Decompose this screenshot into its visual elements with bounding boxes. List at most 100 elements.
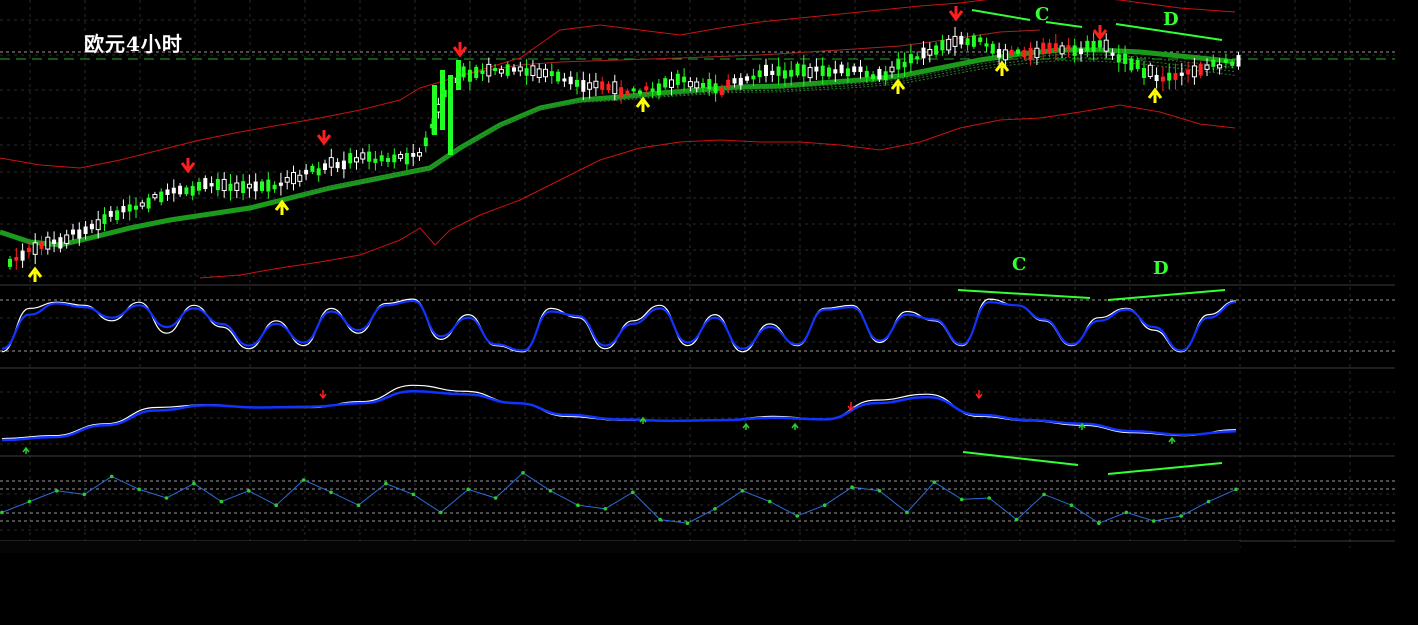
candle-body xyxy=(1116,54,1121,63)
up-arrow-icon xyxy=(1147,87,1163,103)
candle-body xyxy=(1123,53,1128,64)
candle-body xyxy=(1173,73,1178,80)
candle-body xyxy=(512,67,516,72)
candle-body xyxy=(1223,59,1228,63)
rsi-point xyxy=(630,490,635,495)
candle-body xyxy=(871,74,876,80)
smooth-fast-line xyxy=(1,384,1237,440)
arrow-shape xyxy=(791,422,799,430)
time-axis xyxy=(0,541,1240,553)
candle-body xyxy=(1167,72,1172,81)
candle-body xyxy=(89,223,94,230)
candle-body xyxy=(517,66,523,72)
rsi-point xyxy=(1124,510,1129,515)
rsi-point xyxy=(959,497,964,502)
rsi-point xyxy=(576,503,580,508)
candle-body xyxy=(461,66,466,78)
candle-body xyxy=(1179,72,1184,76)
candle-body xyxy=(827,67,831,77)
candles xyxy=(8,26,1241,270)
candle-body xyxy=(367,151,372,162)
candle-body xyxy=(1129,58,1134,71)
candle-body xyxy=(1041,42,1046,54)
candle-body xyxy=(915,56,920,60)
candle-body xyxy=(952,35,958,47)
candle-body xyxy=(921,47,926,59)
candle-body xyxy=(745,76,750,81)
candle-body xyxy=(663,78,668,88)
candle-body xyxy=(757,70,762,78)
candle-body xyxy=(39,242,44,249)
arrow-shape xyxy=(319,390,327,400)
wave-label-c: C xyxy=(1035,4,1049,25)
candle-body xyxy=(575,79,579,87)
rsi-point xyxy=(1097,521,1101,525)
arrow-shape xyxy=(975,390,983,400)
candle-body xyxy=(631,88,636,92)
wave-label-d: D xyxy=(1163,9,1179,30)
small-up-arrow-icon xyxy=(791,422,799,430)
candle-body xyxy=(845,68,850,77)
candle-body xyxy=(467,69,472,82)
candle-body xyxy=(1236,55,1241,67)
rsi-point xyxy=(164,496,169,500)
rsi-point xyxy=(109,474,114,479)
candle-body xyxy=(505,64,510,76)
candle-body xyxy=(134,205,138,210)
candle-body xyxy=(260,181,264,191)
candle-body xyxy=(1079,48,1083,55)
candle-body xyxy=(864,70,869,78)
candle-body xyxy=(562,78,567,82)
small-down-arrow-icon xyxy=(319,390,327,400)
candle-body xyxy=(493,67,498,72)
rsi-point xyxy=(850,485,854,490)
candle-body xyxy=(738,77,743,86)
candle-body xyxy=(1053,43,1058,51)
down-arrow-icon xyxy=(948,6,964,22)
candle-body xyxy=(1085,40,1090,52)
candle-body xyxy=(392,154,397,163)
candle-body xyxy=(1091,40,1096,52)
candle-body xyxy=(241,181,246,194)
rsi-point xyxy=(384,481,388,486)
rsi-point xyxy=(1042,492,1046,497)
rsi-point xyxy=(1014,517,1019,522)
rsi-point xyxy=(822,503,827,508)
candle-body xyxy=(8,258,12,267)
candle-body xyxy=(121,206,126,213)
candle-body xyxy=(234,182,240,191)
candle-body xyxy=(839,64,844,74)
candle-body xyxy=(568,76,573,85)
candle-body xyxy=(984,43,989,47)
candle-body xyxy=(184,187,189,195)
candle-body xyxy=(656,83,661,95)
candle-body xyxy=(335,162,340,169)
chart-title: 欧元4小时 xyxy=(84,32,183,56)
candle-body xyxy=(997,48,1002,58)
candle-body xyxy=(593,80,599,89)
candle-body xyxy=(1047,42,1052,54)
arrow-shape xyxy=(742,422,750,430)
candle-body xyxy=(171,187,176,194)
up-arrow-icon xyxy=(635,96,651,112)
candle-body xyxy=(316,168,321,176)
candle-body xyxy=(323,163,327,170)
rsi-point xyxy=(877,489,882,493)
candle-body xyxy=(209,183,214,187)
chart-canvas[interactable]: C D C D xyxy=(0,0,1418,625)
candle-body xyxy=(197,181,201,191)
candle-body xyxy=(764,64,768,77)
candle-body xyxy=(266,179,271,192)
candle-body xyxy=(221,178,227,192)
candle-body xyxy=(694,81,700,89)
candle-body xyxy=(178,185,183,195)
candle-body xyxy=(908,54,913,64)
candle-body xyxy=(448,75,453,155)
candle-body xyxy=(687,81,693,88)
candle-body xyxy=(883,71,888,81)
candle-body xyxy=(1028,47,1033,60)
candle-body xyxy=(354,157,359,163)
candle-body xyxy=(896,59,901,70)
rsi-point xyxy=(685,521,690,525)
divergence-line xyxy=(1107,289,1226,301)
